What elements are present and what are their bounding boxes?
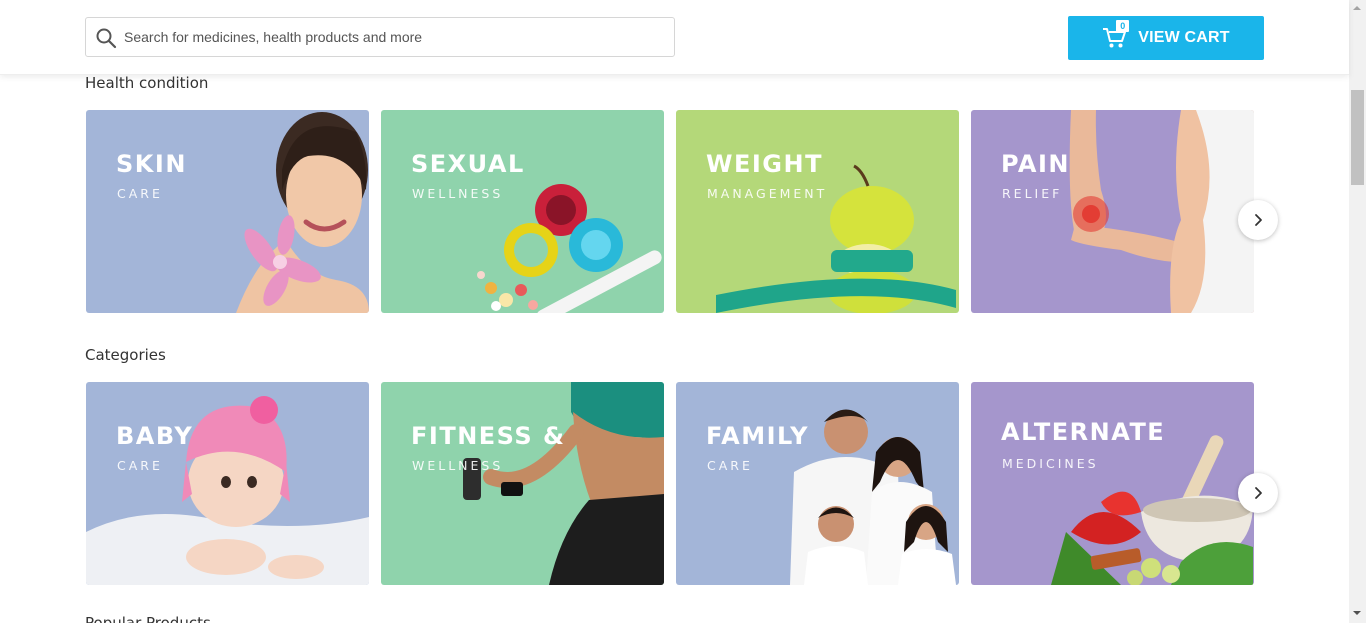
card-subtitle: CARE	[117, 186, 163, 201]
card-title: PAIN	[1001, 150, 1070, 178]
card-pain-relief[interactable]: PAIN RELIEF	[971, 110, 1254, 313]
sexual-wellness-image	[381, 110, 664, 313]
card-skin-care[interactable]: SKIN CARE	[86, 110, 369, 313]
search-icon	[96, 28, 117, 49]
scroll-down-arrow-icon[interactable]	[1353, 611, 1361, 615]
weight-management-image	[676, 110, 959, 313]
cart-icon: 0	[1102, 20, 1130, 50]
card-title: WEIGHT	[706, 150, 823, 178]
page: 0 VIEW CART Health condition	[0, 0, 1366, 623]
card-title: SEXUAL	[411, 150, 525, 178]
card-subtitle: CARE	[117, 458, 163, 473]
fitness-wellness-image	[381, 382, 664, 585]
baby-care-image	[86, 382, 369, 585]
card-subtitle: WELLNESS	[412, 186, 504, 201]
card-subtitle: MANAGEMENT	[707, 186, 828, 201]
health-condition-carousel: SKIN CARE SEXUAL WELLNESS WEIGHT MANAGEM…	[86, 110, 1256, 313]
chevron-right-icon	[1255, 214, 1262, 226]
view-cart-label: VIEW CART	[1138, 29, 1230, 46]
card-title: ALTERNATE	[1001, 418, 1166, 446]
card-subtitle: CARE	[707, 458, 753, 473]
search-input[interactable]	[124, 18, 664, 56]
categories-carousel: BABY CARE FITNESS & WELLNESS FAMILY CARE…	[86, 382, 1256, 585]
card-weight-management[interactable]: WEIGHT MANAGEMENT	[676, 110, 959, 313]
cart-count-badge: 0	[1116, 20, 1130, 32]
search-box[interactable]	[85, 17, 675, 57]
card-title: FITNESS &	[411, 422, 566, 450]
scroll-up-arrow-icon[interactable]	[1353, 6, 1361, 10]
card-subtitle: MEDICINES	[1002, 456, 1099, 471]
card-title: BABY	[116, 422, 194, 450]
categories-carousel-next-button[interactable]	[1238, 473, 1278, 513]
pain-relief-image	[971, 110, 1254, 313]
card-title: SKIN	[116, 150, 187, 178]
card-subtitle: WELLNESS	[412, 458, 504, 473]
family-care-image	[676, 382, 959, 585]
card-fitness-wellness[interactable]: FITNESS & WELLNESS	[381, 382, 664, 585]
card-subtitle: RELIEF	[1002, 186, 1063, 201]
card-title: FAMILY	[706, 422, 809, 450]
card-alternate-medicines[interactable]: ALTERNATE MEDICINES	[971, 382, 1254, 585]
card-baby-care[interactable]: BABY CARE	[86, 382, 369, 585]
section-title-categories: Categories	[85, 346, 166, 364]
scrollbar-thumb[interactable]	[1351, 90, 1364, 185]
header-bar: 0 VIEW CART	[0, 0, 1349, 75]
section-title-popular-products: Popular Products	[85, 614, 211, 623]
section-title-health-condition: Health condition	[85, 74, 209, 92]
card-sexual-wellness[interactable]: SEXUAL WELLNESS	[381, 110, 664, 313]
chevron-right-icon	[1255, 487, 1262, 499]
page-scrollbar[interactable]	[1349, 0, 1366, 623]
health-carousel-next-button[interactable]	[1238, 200, 1278, 240]
card-family-care[interactable]: FAMILY CARE	[676, 382, 959, 585]
view-cart-button[interactable]: 0 VIEW CART	[1068, 16, 1264, 60]
alternate-medicines-image	[971, 382, 1254, 585]
skin-care-image	[86, 110, 369, 313]
